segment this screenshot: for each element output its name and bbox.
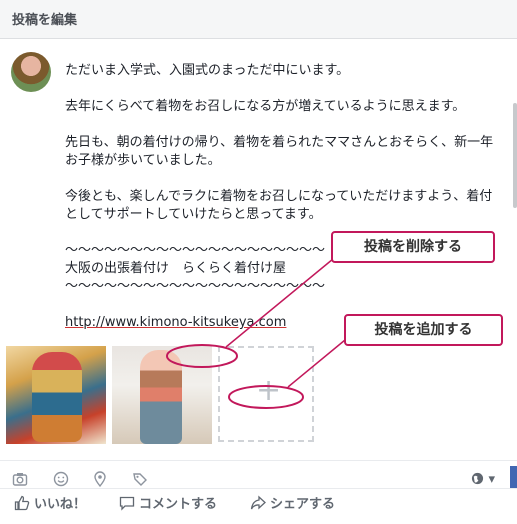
- add-photo-button[interactable]: +: [218, 346, 314, 442]
- comment-button[interactable]: コメントする: [119, 493, 217, 512]
- avatar[interactable]: [11, 52, 51, 92]
- post-paragraph: お子様が歩いていました。: [65, 153, 221, 168]
- comment-label: コメントする: [139, 497, 218, 512]
- chevron-down-icon: ▾: [488, 472, 495, 487]
- scrollbar[interactable]: [513, 103, 517, 208]
- photo-thumbnail[interactable]: [6, 346, 106, 444]
- annotation-delete-label: 投稿を削除する: [331, 231, 495, 263]
- photo-thumbnail[interactable]: [112, 346, 212, 444]
- like-button[interactable]: いいね！: [14, 493, 86, 512]
- post-link[interactable]: http://www.kimono-kitsukeya.com: [65, 315, 286, 330]
- annotation-add-label: 投稿を追加する: [344, 314, 503, 346]
- post-text-editor[interactable]: ただいま入学式、入園式のまっただ中にいます。 去年にくらべて着物をお召しになる方…: [65, 62, 517, 332]
- privacy-selector[interactable]: ▾: [471, 472, 495, 487]
- save-button[interactable]: [510, 466, 517, 488]
- post-separator: 〜〜〜〜〜〜〜〜〜〜〜〜〜〜〜〜〜〜〜〜: [65, 279, 326, 294]
- location-pin-icon[interactable]: [91, 471, 109, 489]
- post-paragraph: 先日も、朝の着付けの帰り、着物を着られたママさんとおそらく、新一年: [65, 135, 494, 150]
- comment-icon: [119, 495, 139, 512]
- post-paragraph: ただいま入学式、入園式のまっただ中にいます。: [65, 63, 350, 78]
- globe-icon: [471, 472, 488, 487]
- dialog-header: 投稿を編集: [0, 0, 517, 39]
- share-button[interactable]: シェアする: [250, 493, 335, 512]
- post-paragraph: 今後とも、楽しんでラクに着物をお召しになっていただけますよう、着付: [65, 189, 493, 204]
- like-label: いいね！: [34, 497, 87, 512]
- post-actions: いいね！ コメントする シェアする: [0, 488, 517, 524]
- plus-icon: +: [256, 373, 282, 408]
- camera-icon[interactable]: [11, 471, 29, 489]
- dialog-title: 投稿を編集: [12, 13, 78, 28]
- thumbs-up-icon: [14, 495, 34, 512]
- post-paragraph: としてサポートしていけたらと思ってます。: [65, 207, 322, 222]
- smiley-icon[interactable]: [52, 471, 70, 489]
- post-paragraph: 去年にくらべて着物をお召しになる方が増えているように思えます。: [65, 99, 466, 114]
- share-icon: [250, 495, 270, 512]
- tag-icon[interactable]: [131, 471, 149, 489]
- share-label: シェアする: [270, 497, 336, 512]
